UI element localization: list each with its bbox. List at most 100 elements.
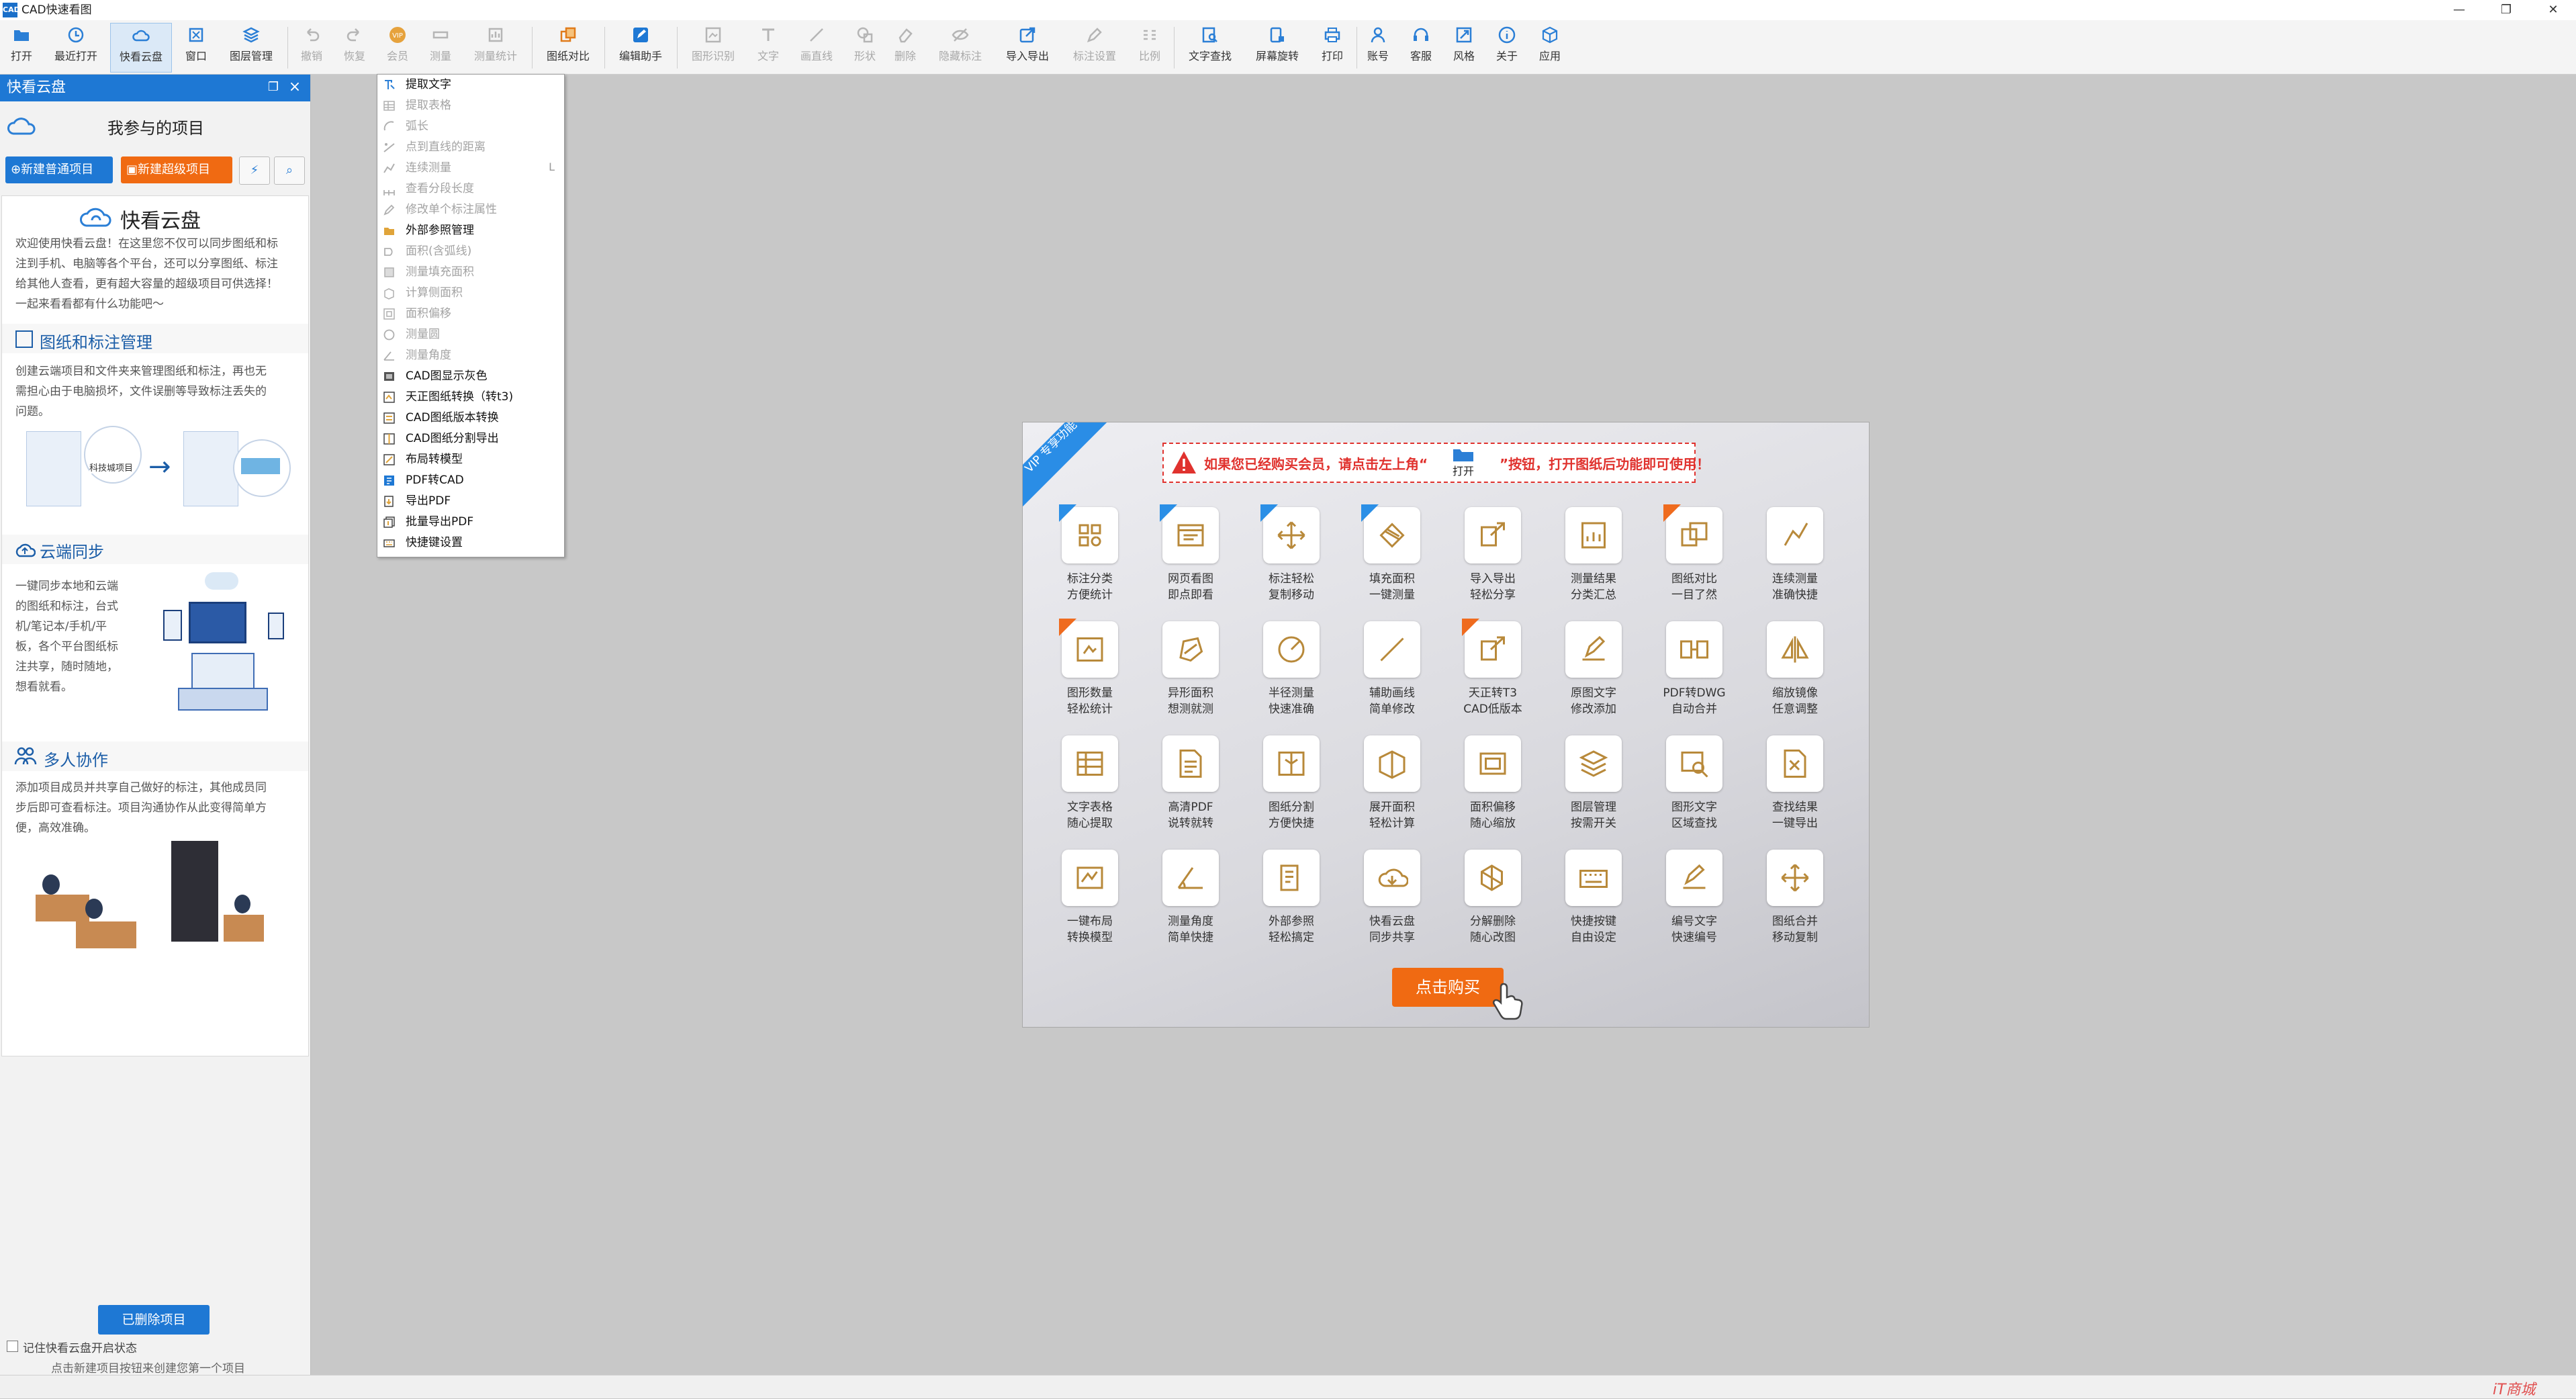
feature-tile[interactable]: 外部参照 轻松搞定 — [1251, 850, 1332, 957]
feature-sublabel: 复制移动 — [1269, 588, 1314, 602]
feature-tile[interactable]: 文字表格 随心提取 — [1050, 735, 1130, 843]
feature-tile[interactable]: 缩放镜像 任意调整 — [1755, 621, 1835, 729]
menu-item-segment-length[interactable]: 查看分段长度 — [377, 179, 564, 199]
toolbar-import-export-button[interactable]: 导入导出 — [997, 23, 1058, 71]
menu-item-fill-area[interactable]: 测量填充面积 — [377, 262, 564, 283]
toolbar-print-button[interactable]: 打印 — [1314, 23, 1351, 71]
feature-tile[interactable]: 测量角度 简单快捷 — [1150, 850, 1231, 957]
menu-item-shortcut-settings[interactable]: 快捷键设置 — [377, 533, 564, 553]
toolbar-scale-button[interactable]: 比例 — [1131, 23, 1168, 71]
cloud-icon — [132, 30, 150, 42]
clock-icon — [68, 27, 84, 43]
feature-tile[interactable]: 快捷按键 自由设定 — [1553, 850, 1634, 957]
toolbar-measure-stats-button[interactable]: 测量统计 — [465, 23, 526, 71]
feature-tile[interactable]: 导入导出 轻松分享 — [1453, 507, 1533, 615]
feature-tile[interactable]: 原图文字 修改添加 — [1553, 621, 1634, 729]
toolbar-line-button[interactable]: 画直线 — [792, 23, 841, 71]
menu-item-export-pdf[interactable]: 导出PDF — [377, 491, 564, 512]
feature-tile[interactable]: 查找结果 一键导出 — [1755, 735, 1835, 843]
feature-tile[interactable]: 异形面积 想测就测 — [1150, 621, 1231, 729]
feature-tile[interactable]: 测量结果 分类汇总 — [1553, 507, 1634, 615]
menu-item-measure-angle[interactable]: 测量角度 — [377, 345, 564, 366]
toolbar-support-button[interactable]: 客服 — [1402, 23, 1440, 71]
feature-tile[interactable]: 天正转T3 CAD低版本 — [1453, 619, 1533, 729]
buy-button[interactable]: 点击购买 — [1392, 968, 1504, 1007]
menu-item-area-arc[interactable]: 面积(含弧线) — [377, 241, 564, 262]
toolbar-open-button[interactable]: 打开 — [3, 23, 40, 71]
remember-checkbox[interactable] — [7, 1341, 18, 1352]
feature-tile[interactable]: 一键布局 转换模型 — [1050, 850, 1130, 957]
toolbar-erase-button[interactable]: 删除 — [886, 23, 924, 71]
toolbar-hide-annotation-button[interactable]: 隐藏标注 — [929, 23, 991, 71]
feature-tile[interactable]: 填充面积 一键测量 — [1352, 504, 1432, 615]
toolbar-measure-button[interactable]: 测量 — [422, 23, 459, 71]
feature-tile[interactable]: 编号文字 快速编号 — [1654, 850, 1735, 957]
feature-tile[interactable]: 图形文字 区域查找 — [1654, 735, 1735, 843]
feature-tile[interactable]: PDF转DWG 自动合并 — [1654, 621, 1735, 729]
toolbar-undo-button[interactable]: 撤销 — [293, 23, 330, 71]
sync-button[interactable]: ⚡ — [239, 156, 270, 185]
menu-item-edit-annotation[interactable]: 修改单个标注属性 — [377, 199, 564, 220]
toolbar-compare-button[interactable]: 图纸对比 — [537, 23, 599, 71]
toolbar-cloud-button[interactable]: 快看云盘 — [110, 23, 172, 73]
menu-item-extract-table[interactable]: 提取表格 — [377, 95, 564, 116]
feature-tile[interactable]: 连续测量 准确快捷 — [1755, 507, 1835, 615]
toolbar-window-button[interactable]: 窗口 — [177, 23, 215, 71]
toolbar-apps-button[interactable]: 应用 — [1531, 23, 1569, 71]
feature-tile[interactable]: 标注分类 方便统计 — [1050, 504, 1130, 615]
new-super-project-button[interactable]: ▣新建超级项目 — [121, 156, 232, 183]
feature-tile[interactable]: 面积偏移 随心缩放 — [1453, 735, 1533, 843]
feature-tile[interactable]: 图纸合并 移动复制 — [1755, 850, 1835, 957]
menu-item-extract-text[interactable]: 提取文字 — [377, 75, 564, 95]
menu-item-pdf-cad[interactable]: PDF转CAD — [377, 470, 564, 491]
toolbar-annotation-settings-button[interactable]: 标注设置 — [1064, 23, 1125, 71]
feature-tile[interactable]: 网页看图 即点即看 — [1150, 504, 1231, 615]
menu-item-measure-circle[interactable]: 测量圆 — [377, 324, 564, 345]
close-button[interactable]: ✕ — [2533, 0, 2573, 20]
toolbar-recent-button[interactable]: 最近打开 — [47, 23, 105, 71]
feature-tile[interactable]: 图层管理 按需开关 — [1553, 735, 1634, 843]
menu-item-xref[interactable]: 外部参照管理 — [377, 220, 564, 241]
feature-tile[interactable]: 辅助画线 简单修改 — [1352, 621, 1432, 729]
feature-tile[interactable]: 图纸分割 方便快捷 — [1251, 735, 1332, 843]
feature-tile[interactable]: 标注轻松 复制移动 — [1251, 504, 1332, 615]
menu-item-continuous-measure[interactable]: 连续测量 L — [377, 158, 564, 179]
toolbar-account-button[interactable]: 账号 — [1359, 23, 1397, 71]
feature-tile[interactable]: 图纸对比 一目了然 — [1654, 504, 1735, 615]
toolbar-rotate-screen-button[interactable]: 屏幕旋转 — [1246, 23, 1308, 71]
toolbar-layers-button[interactable]: 图层管理 — [220, 23, 282, 71]
toolbar-redo-button[interactable]: 恢复 — [336, 23, 373, 71]
search-button[interactable]: ⌕ — [274, 156, 305, 185]
toolbar-shape-recognize-button[interactable]: 图形识别 — [682, 23, 744, 71]
toolbar-vip-button[interactable]: VIP 会员 — [379, 23, 416, 71]
dock-icon[interactable]: ❐ — [266, 80, 281, 95]
restore-button[interactable]: ❐ — [2486, 0, 2526, 20]
toolbar-edit-assistant-button[interactable]: 编辑助手 — [610, 23, 672, 71]
deleted-projects-button[interactable]: 已删除项目 — [98, 1305, 210, 1335]
menu-item-tangent-convert[interactable]: 天正图纸转换（转t3) — [377, 387, 564, 408]
new-normal-project-button[interactable]: ⊕新建普通项目 — [5, 156, 113, 183]
menu-item-point-line-distance[interactable]: 点到直线的距离 — [377, 137, 564, 158]
feature-label: 天正转T3 — [1468, 686, 1518, 700]
minimize-button[interactable]: — — [2439, 0, 2479, 20]
toolbar-text-search-button[interactable]: 文字查找 — [1179, 23, 1241, 71]
menu-item-gray-display[interactable]: CAD图显示灰色 — [377, 366, 564, 387]
menu-item-version-convert[interactable]: CAD图纸版本转换 — [377, 408, 564, 428]
menu-item-area-offset[interactable]: 面积偏移 — [377, 304, 564, 324]
feature-tile[interactable]: 图形数量 轻松统计 — [1050, 619, 1130, 729]
menu-item-batch-pdf[interactable]: 批量导出PDF — [377, 512, 564, 533]
toolbar-style-button[interactable]: 风格 — [1445, 23, 1483, 71]
toolbar-about-button[interactable]: 关于 — [1488, 23, 1526, 71]
feature-tile[interactable]: 展开面积 轻松计算 — [1352, 735, 1432, 843]
menu-item-side-area[interactable]: 计算侧面积 — [377, 283, 564, 304]
feature-tile[interactable]: 分解删除 随心改图 — [1453, 850, 1533, 957]
panel-close-icon[interactable]: × — [287, 80, 302, 95]
feature-tile[interactable]: 半径测量 快速准确 — [1251, 621, 1332, 729]
menu-item-split-export[interactable]: CAD图纸分割导出 — [377, 428, 564, 449]
feature-tile[interactable]: 快看云盘 同步共享 — [1352, 850, 1432, 957]
feature-tile[interactable]: 高清PDF 说转就转 — [1150, 735, 1231, 843]
toolbar-shape-button[interactable]: 形状 — [846, 23, 884, 71]
menu-item-layout-model[interactable]: 布局转模型 — [377, 449, 564, 470]
toolbar-text-button[interactable]: 文字 — [749, 23, 787, 71]
menu-item-arc-length[interactable]: 弧长 — [377, 116, 564, 137]
